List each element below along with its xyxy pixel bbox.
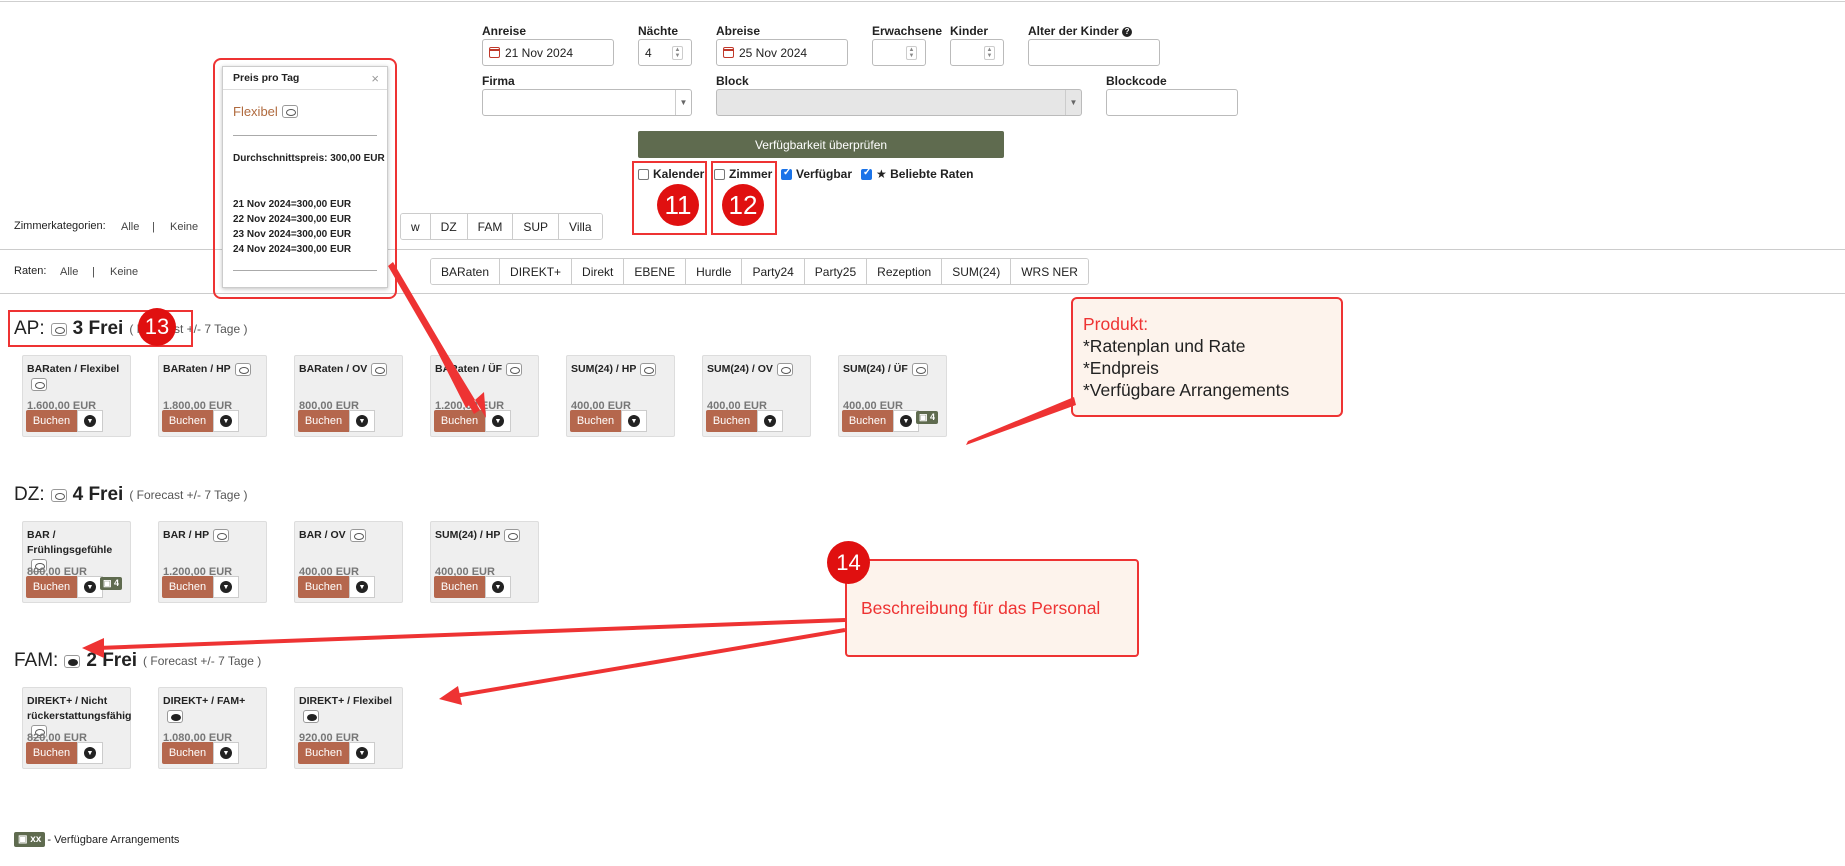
arrow-head (439, 686, 462, 705)
arrow-head (82, 638, 104, 658)
beschreibung-arrow-2 (454, 628, 846, 698)
popup-arrow-head (396, 270, 486, 418)
produkt-pointer-arrow (966, 397, 1076, 445)
annotation-arrows (82, 262, 1076, 705)
beschreibung-arrow-1 (97, 618, 846, 650)
